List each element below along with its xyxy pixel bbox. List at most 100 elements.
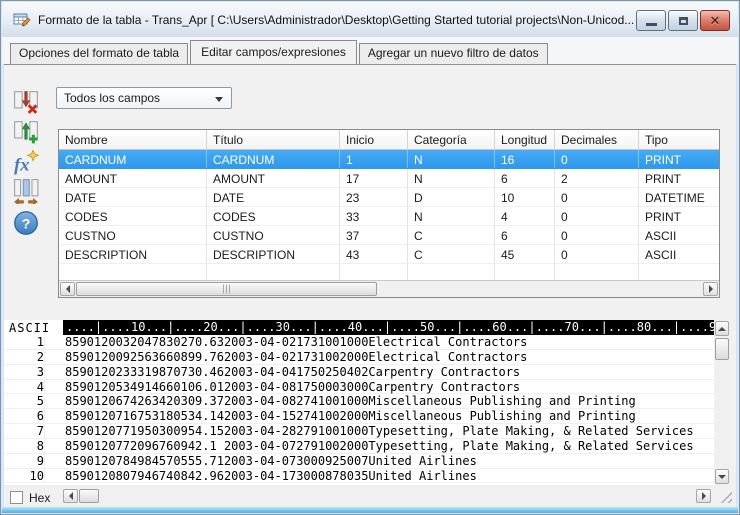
scroll-up-button[interactable] <box>715 321 729 336</box>
cell[interactable]: CARDNUM <box>207 150 340 168</box>
cell[interactable]: 0 <box>555 207 639 225</box>
column-width-icon <box>13 178 39 204</box>
cell[interactable]: 0 <box>555 226 639 244</box>
cell[interactable]: DATETIME <box>639 188 719 206</box>
maximize-button[interactable] <box>668 10 698 31</box>
cell[interactable]: DATE <box>59 188 207 206</box>
cell[interactable]: 33 <box>340 207 408 225</box>
line-text: 8590120674263420309.372003-04-0827410010… <box>45 394 636 408</box>
add-field-button[interactable] <box>11 119 41 147</box>
column-header-inicio[interactable]: Inicio <box>340 130 408 149</box>
table-row-custno[interactable]: CUSTNO CUSTNO 37 C 6 0 ASCII <box>59 226 719 245</box>
column-header-longitud[interactable]: Longitud <box>495 130 555 149</box>
cell[interactable]: AMOUNT <box>207 169 340 187</box>
table-row-cardnum[interactable]: CARDNUM CARDNUM 1 N 16 0 PRINT <box>59 150 719 169</box>
cell[interactable]: PRINT <box>639 207 719 225</box>
scroll-thumb[interactable] <box>76 282 377 296</box>
cell[interactable]: AMOUNT <box>59 169 207 187</box>
scroll-down-button[interactable] <box>715 469 729 484</box>
cell[interactable]: 2 <box>555 169 639 187</box>
column-ruler: ....|....10...|....20...|....30...|....4… <box>63 320 714 335</box>
cell[interactable]: 6 <box>495 226 555 244</box>
cell[interactable]: ASCII <box>639 226 719 244</box>
cell[interactable]: C <box>408 245 495 263</box>
resize-grip[interactable] <box>720 491 732 503</box>
cell[interactable]: 43 <box>340 245 408 263</box>
cell[interactable]: PRINT <box>639 150 719 168</box>
cell[interactable]: 1 <box>340 150 408 168</box>
cell[interactable]: CARDNUM <box>59 150 207 168</box>
cell[interactable]: 10 <box>495 188 555 206</box>
scroll-right-button[interactable] <box>703 282 718 296</box>
svg-text:fx: fx <box>14 155 29 175</box>
tab-opciones-formato[interactable]: Opciones del formato de tabla <box>10 43 188 64</box>
data-vertical-scrollbar[interactable] <box>714 320 731 485</box>
cell[interactable]: C <box>408 226 495 244</box>
window-title: Formato de la tabla - Trans_Apr [ C:\Use… <box>38 13 634 27</box>
arrow-left-icon <box>69 492 73 500</box>
table-row-codes[interactable]: CODES CODES 33 N 4 0 PRINT <box>59 207 719 226</box>
scroll-thumb[interactable] <box>715 338 729 360</box>
cell[interactable]: 16 <box>495 150 555 168</box>
table-row-description[interactable]: DESCRIPTION DESCRIPTION 43 C 45 0 ASCII <box>59 245 719 264</box>
cell[interactable]: N <box>408 169 495 187</box>
fx-expression-icon: fx <box>13 150 39 176</box>
title-bar[interactable]: Formato de la tabla - Trans_Apr [ C:\Use… <box>2 2 738 37</box>
delete-field-button[interactable] <box>11 89 41 117</box>
scroll-right-button[interactable] <box>696 489 711 503</box>
cell[interactable]: DESCRIPTION <box>207 245 340 263</box>
fields-filter-select[interactable]: Todos los campos <box>56 87 232 109</box>
table-row-amount[interactable]: AMOUNT AMOUNT 17 N 6 2 PRINT <box>59 169 719 188</box>
table-edit-icon <box>13 11 31 29</box>
line-number: 7 <box>4 424 45 438</box>
tab-editar-campos[interactable]: Editar campos/expresiones <box>190 40 357 64</box>
cell[interactable]: DESCRIPTION <box>59 245 207 263</box>
cell[interactable]: 37 <box>340 226 408 244</box>
cell[interactable]: DATE <box>207 188 340 206</box>
cell[interactable]: 0 <box>555 245 639 263</box>
column-header-categoria[interactable]: Categoría <box>408 130 495 149</box>
cell[interactable]: 17 <box>340 169 408 187</box>
line-text: 8590120772096760942.1 2003-04-0727910020… <box>45 439 694 453</box>
tab-agregar-filtro[interactable]: Agregar un nuevo filtro de datos <box>359 43 548 64</box>
cell[interactable]: 45 <box>495 245 555 263</box>
cell[interactable]: CODES <box>59 207 207 225</box>
cell[interactable]: 0 <box>555 188 639 206</box>
cell[interactable]: ASCII <box>639 245 719 263</box>
close-button[interactable]: ✕ <box>700 10 730 31</box>
help-button[interactable]: ? <box>11 210 41 238</box>
column-header-decimales[interactable]: Decimales <box>555 130 639 149</box>
column-width-button[interactable] <box>11 178 41 206</box>
column-header-tipo[interactable]: Tipo <box>639 130 719 149</box>
line-text: 8590120092563660899.762003-04-0217310020… <box>45 350 527 364</box>
scroll-left-button[interactable] <box>60 282 75 296</box>
scroll-thumb[interactable] <box>79 489 99 503</box>
delete-field-icon <box>13 89 39 115</box>
edit-expression-button[interactable]: fx <box>11 150 41 178</box>
cell[interactable]: 6 <box>495 169 555 187</box>
column-header-titulo[interactable]: Título <box>207 130 340 149</box>
add-field-icon <box>13 119 39 145</box>
minimize-button[interactable] <box>636 10 666 31</box>
cell[interactable]: 0 <box>555 150 639 168</box>
cell[interactable]: N <box>408 150 495 168</box>
cell[interactable]: CODES <box>207 207 340 225</box>
record-line: 58590120674263420309.372003-04-082741001… <box>4 394 714 409</box>
line-text: 8590120807946740842.962003-04-1730008780… <box>45 469 477 483</box>
table-horizontal-scrollbar[interactable] <box>59 280 719 297</box>
cell[interactable]: CUSTNO <box>207 226 340 244</box>
hex-checkbox[interactable] <box>10 491 23 504</box>
cell[interactable]: PRINT <box>639 169 719 187</box>
cell[interactable]: N <box>408 207 495 225</box>
bottom-horizontal-scrollbar[interactable] <box>63 488 711 505</box>
cell[interactable]: 23 <box>340 188 408 206</box>
cell[interactable]: D <box>408 188 495 206</box>
scroll-left-button[interactable] <box>63 489 78 503</box>
cell[interactable]: CUSTNO <box>59 226 207 244</box>
column-header-nombre[interactable]: Nombre <box>59 130 207 149</box>
table-row-date[interactable]: DATE DATE 23 D 10 0 DATETIME <box>59 188 719 207</box>
line-text: 8590120233319870730.462003-04-0417502504… <box>45 365 520 379</box>
window-frame-bottom <box>2 507 738 513</box>
arrow-right-icon <box>709 285 713 293</box>
cell[interactable]: 4 <box>495 207 555 225</box>
